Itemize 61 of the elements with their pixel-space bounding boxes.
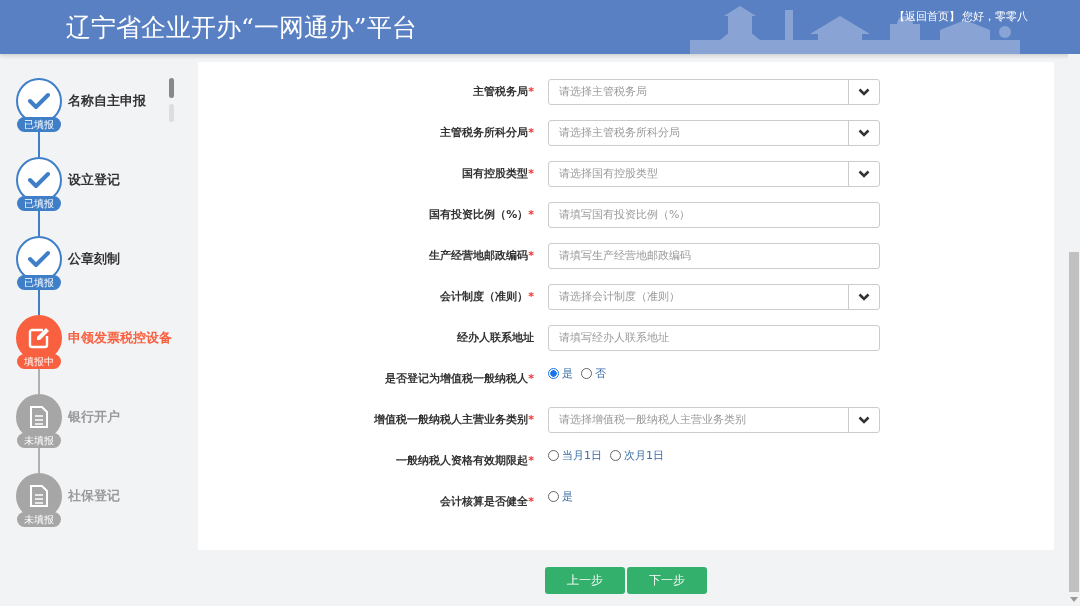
document-icon — [30, 485, 48, 507]
input-field[interactable]: 请填写国有投资比例（%） — [548, 201, 880, 228]
field-label: 会计制度（准则）* — [439, 289, 534, 304]
caret-icon — [858, 87, 870, 96]
radio-button[interactable] — [581, 368, 592, 379]
status-badge: 已填报 — [17, 275, 61, 290]
input-field[interactable]: 请填写生产经营地邮政编码 — [548, 242, 880, 269]
caret-icon — [858, 292, 870, 301]
field-label: 国有控股类型* — [461, 166, 534, 181]
step-label[interactable]: 设立登记 — [68, 171, 120, 189]
step-label[interactable]: 社保登记 — [68, 487, 120, 505]
field-label: 经办人联系地址 — [456, 330, 534, 345]
status-badge: 填报中 — [17, 354, 61, 369]
field-label: 一般纳税人资格有效期限起* — [395, 453, 534, 468]
radio-option[interactable]: 是 — [548, 489, 573, 504]
check-icon — [28, 250, 50, 268]
step-label[interactable]: 公章刻制 — [68, 250, 120, 268]
status-badge: 已填报 — [17, 117, 61, 132]
input-field[interactable]: 请填写经办人联系地址 — [548, 324, 880, 351]
field-label: 生产经营地邮政编码* — [428, 248, 534, 263]
caret-icon — [858, 128, 870, 137]
radio-button[interactable] — [610, 450, 621, 461]
scrollbar-thumb[interactable] — [169, 78, 174, 98]
site-title: 辽宁省企业开办“一网通办”平台 — [66, 11, 417, 44]
radio-button[interactable] — [548, 368, 559, 379]
home-link[interactable]: 【返回首页】 — [894, 9, 960, 24]
document-icon — [30, 406, 48, 428]
step-label[interactable]: 银行开户 — [68, 408, 120, 426]
scrollbar-track — [169, 104, 174, 122]
step-label[interactable]: 申领发票税控设备 — [68, 329, 172, 347]
check-icon — [28, 171, 50, 189]
radio-option[interactable]: 否 — [581, 366, 606, 381]
check-icon — [28, 92, 50, 110]
step-button[interactable]: 上一步 — [545, 567, 625, 594]
select-field[interactable]: 请选择增值税一般纳税人主营业务类别 — [548, 406, 880, 433]
edit-icon — [28, 327, 50, 349]
radio-option[interactable]: 当月1日 — [548, 448, 602, 463]
status-badge: 未填报 — [17, 433, 61, 448]
greeting-text: 您好，零零八 — [962, 9, 1028, 24]
status-badge: 已填报 — [17, 196, 61, 211]
select-field[interactable]: 请选择国有控股类型 — [548, 160, 880, 187]
field-label: 国有投资比例（%）* — [428, 207, 534, 222]
caret-icon — [858, 415, 870, 424]
radio-option[interactable]: 次月1日 — [610, 448, 664, 463]
scrollbar-thumb[interactable] — [1069, 252, 1079, 592]
radio-option[interactable]: 是 — [548, 366, 573, 381]
radio-button[interactable] — [548, 450, 559, 461]
field-label: 增值税一般纳税人主营业务类别* — [373, 412, 534, 427]
step-button[interactable]: 下一步 — [627, 567, 707, 594]
select-field[interactable]: 请选择会计制度（准则） — [548, 283, 880, 310]
field-label: 主管税务局* — [472, 84, 534, 99]
select-field[interactable]: 请选择主管税务所科分局 — [548, 119, 880, 146]
caret-icon — [858, 169, 870, 178]
scroll-down-icon[interactable] — [1070, 597, 1078, 602]
radio-button[interactable] — [548, 491, 559, 502]
status-badge: 未填报 — [17, 512, 61, 527]
step-label[interactable]: 名称自主申报 — [68, 92, 146, 110]
field-label: 是否登记为增值税一般纳税人* — [384, 371, 534, 386]
field-label: 会计核算是否健全* — [439, 494, 534, 509]
select-field[interactable]: 请选择主管税务局 — [548, 78, 880, 105]
field-label: 主管税务所科分局* — [439, 125, 534, 140]
